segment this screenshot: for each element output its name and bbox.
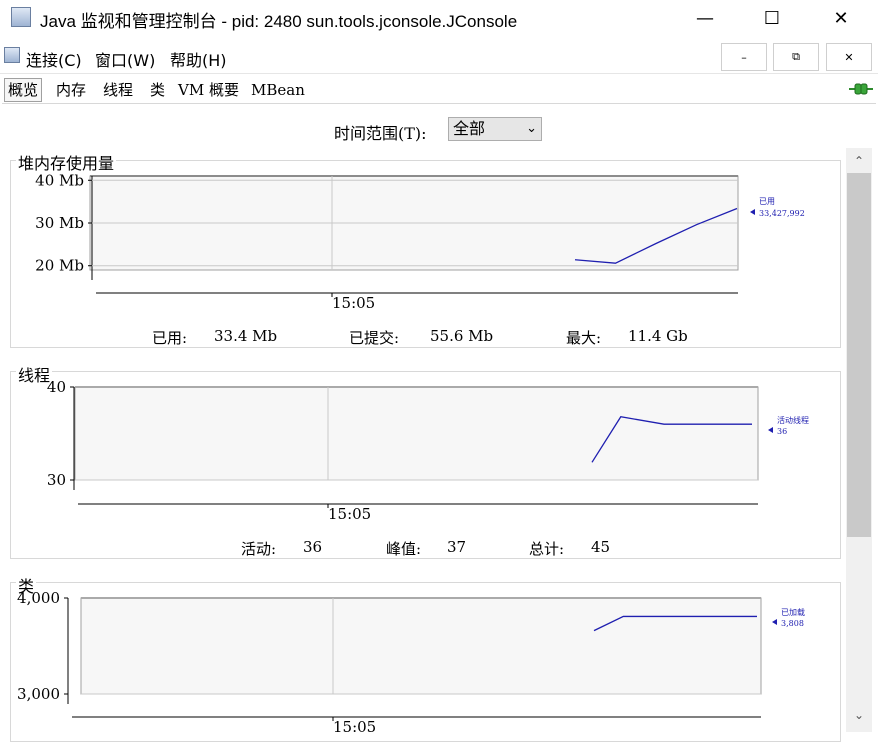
- scroll-down-arrow-icon[interactable]: ⌄: [847, 704, 871, 726]
- scroll-up-arrow-icon[interactable]: ⌃: [847, 150, 871, 172]
- maximize-window-button[interactable]: ☐: [749, 0, 795, 36]
- heap-memory-chart: 20 Mb 30 Mb 40 Mb 15:05 已用 33,427,992: [35, 171, 805, 312]
- scrollbar-thumb[interactable]: [847, 173, 871, 537]
- heap-used-value: 33.4 Mb: [214, 327, 278, 345]
- threads-live-label: 活动:: [241, 540, 277, 558]
- y-tick-label: 30: [47, 471, 66, 489]
- inner-restore-button[interactable]: ⧉: [773, 43, 819, 71]
- heap-max-value: 11.4 Gb: [628, 327, 688, 345]
- threads-chart: 30 40 15:05 活动线程 36: [47, 378, 809, 523]
- inner-close-button[interactable]: ✕: [826, 43, 872, 71]
- heap-max-label: 最大:: [566, 329, 602, 347]
- y-tick-label: 20 Mb: [35, 257, 84, 275]
- x-tick-label: 15:05: [332, 294, 375, 312]
- y-tick-label: 3,000: [17, 685, 60, 703]
- inner-minimize-button[interactable]: –: [721, 43, 767, 71]
- time-range-label: 时间范围(T):: [334, 124, 427, 143]
- heap-committed-value: 55.6 Mb: [430, 327, 494, 345]
- tab-classes[interactable]: 类: [147, 79, 168, 101]
- y-tick-label: 40 Mb: [35, 171, 84, 189]
- series-value-marker: [768, 427, 773, 433]
- tab-vm-summary[interactable]: VM 概要: [175, 79, 242, 101]
- time-range-select[interactable]: 全部 ⌄: [448, 117, 542, 141]
- plot-area: [80, 597, 762, 695]
- connection-status-icon[interactable]: [849, 83, 873, 95]
- internal-frame-icon[interactable]: [4, 47, 20, 63]
- menu-connection[interactable]: 连接(C): [26, 47, 82, 71]
- x-tick-label: 15:05: [328, 505, 371, 523]
- y-tick-label: 40: [47, 378, 66, 396]
- y-tick-label: 30 Mb: [35, 214, 84, 232]
- threads-peak-label: 峰值:: [386, 540, 422, 558]
- series-name-label: 活动线程: [777, 415, 809, 425]
- series-value-label: 33,427,992: [759, 209, 805, 218]
- threads-total-value: 45: [591, 538, 611, 556]
- series-value-marker: [772, 619, 777, 625]
- close-window-button[interactable]: ✕: [818, 0, 864, 36]
- x-tick-label: 15:05: [333, 718, 376, 734]
- threads-live-value: 36: [303, 538, 323, 556]
- y-tick-label: 4,000: [17, 590, 60, 607]
- heap-committed-label: 已提交:: [349, 329, 400, 347]
- classes-chart: 3,000 4,000 15:05 已加载 3,808: [17, 590, 805, 734]
- heap-used-label: 已用:: [152, 329, 188, 347]
- java-app-icon: [11, 7, 31, 27]
- series-name-label: 已用: [759, 197, 775, 206]
- tab-mbeans[interactable]: MBean: [248, 79, 308, 101]
- chevron-down-icon: ⌄: [526, 121, 537, 136]
- tab-threads[interactable]: 线程: [100, 79, 136, 101]
- time-range-value: 全部: [453, 119, 486, 138]
- menu-window[interactable]: 窗口(W): [95, 47, 155, 71]
- threads-total-label: 总计:: [529, 540, 565, 558]
- threads-peak-value: 37: [447, 538, 467, 556]
- window-title: Java 监视和管理控制台 - pid: 2480 sun.tools.jcon…: [40, 12, 518, 31]
- menu-help[interactable]: 帮助(H): [170, 47, 227, 71]
- tab-overview[interactable]: 概览: [4, 78, 43, 102]
- tab-memory[interactable]: 内存: [53, 79, 89, 101]
- series-name-label: 已加载: [781, 607, 805, 617]
- series-value-label: 36: [777, 427, 787, 436]
- series-value-label: 3,808: [781, 619, 804, 628]
- minimize-window-button[interactable]: —: [682, 0, 728, 36]
- series-value-marker: [750, 209, 755, 215]
- plot-area: [74, 386, 759, 481]
